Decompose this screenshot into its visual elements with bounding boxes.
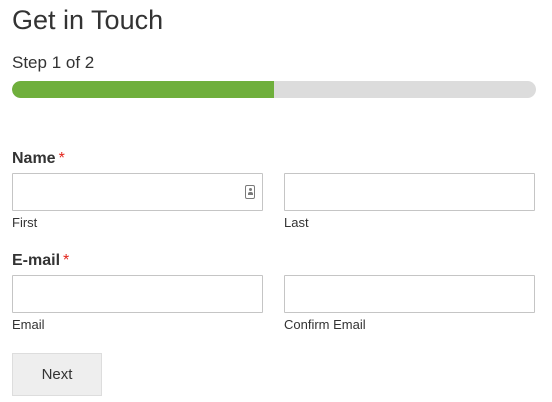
last-name-input[interactable] (285, 174, 534, 210)
confirm-email-sublabel: Confirm Email (284, 317, 366, 332)
name-label: Name * (12, 149, 65, 169)
email-input[interactable] (13, 276, 262, 312)
last-name-sublabel: Last (284, 215, 309, 230)
last-name-field-wrapper (284, 173, 535, 211)
email-label-text: E-mail (12, 252, 61, 269)
progress-bar-fill (12, 81, 274, 98)
first-name-sublabel: First (12, 215, 38, 230)
required-marker: * (63, 252, 70, 269)
confirm-email-field-wrapper (284, 275, 535, 313)
progress-bar (12, 81, 536, 98)
step-indicator: Step 1 of 2 (12, 53, 95, 72)
contact-card-icon[interactable] (245, 185, 255, 199)
email-field-wrapper (12, 275, 263, 313)
confirm-email-input[interactable] (285, 276, 534, 312)
next-button[interactable]: Next (12, 353, 102, 396)
required-marker: * (58, 150, 65, 167)
email-label: E-mail * (12, 251, 69, 271)
first-name-input[interactable] (13, 174, 262, 210)
form-title: Get in Touch (12, 5, 164, 35)
name-label-text: Name (12, 150, 56, 167)
first-name-field-wrapper (12, 173, 263, 211)
email-sublabel: Email (12, 317, 45, 332)
